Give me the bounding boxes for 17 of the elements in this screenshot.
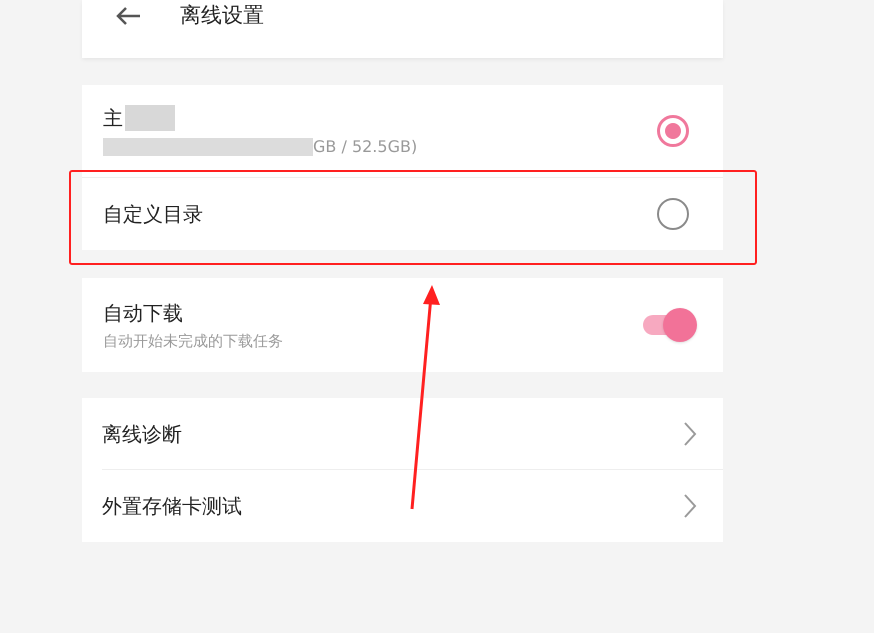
toggle-switch[interactable] — [641, 307, 697, 343]
chevron-right-icon — [683, 493, 697, 519]
setting-label: 自动下载 — [103, 300, 184, 327]
page-title: 离线设置 — [180, 2, 264, 28]
back-arrow-icon[interactable] — [116, 6, 142, 26]
radio-button[interactable] — [657, 115, 689, 147]
option-label: 自定义目录 — [103, 201, 203, 228]
blurred-text — [125, 105, 175, 131]
option-label: 主 — [103, 105, 123, 132]
storage-option[interactable]: 主 GB / 52.5GB) — [82, 85, 723, 178]
storage-option[interactable]: 自定义目录 — [82, 178, 723, 250]
setting-description: 自动开始未完成的下载任务 — [103, 330, 283, 352]
storage-detail: GB / 52.5GB) — [313, 136, 418, 158]
chevron-right-icon — [683, 420, 697, 446]
radio-button[interactable] — [657, 198, 689, 230]
menu-item[interactable]: 离线诊断 — [102, 398, 723, 470]
menu-item[interactable]: 外置存储卡测试 — [102, 470, 723, 542]
